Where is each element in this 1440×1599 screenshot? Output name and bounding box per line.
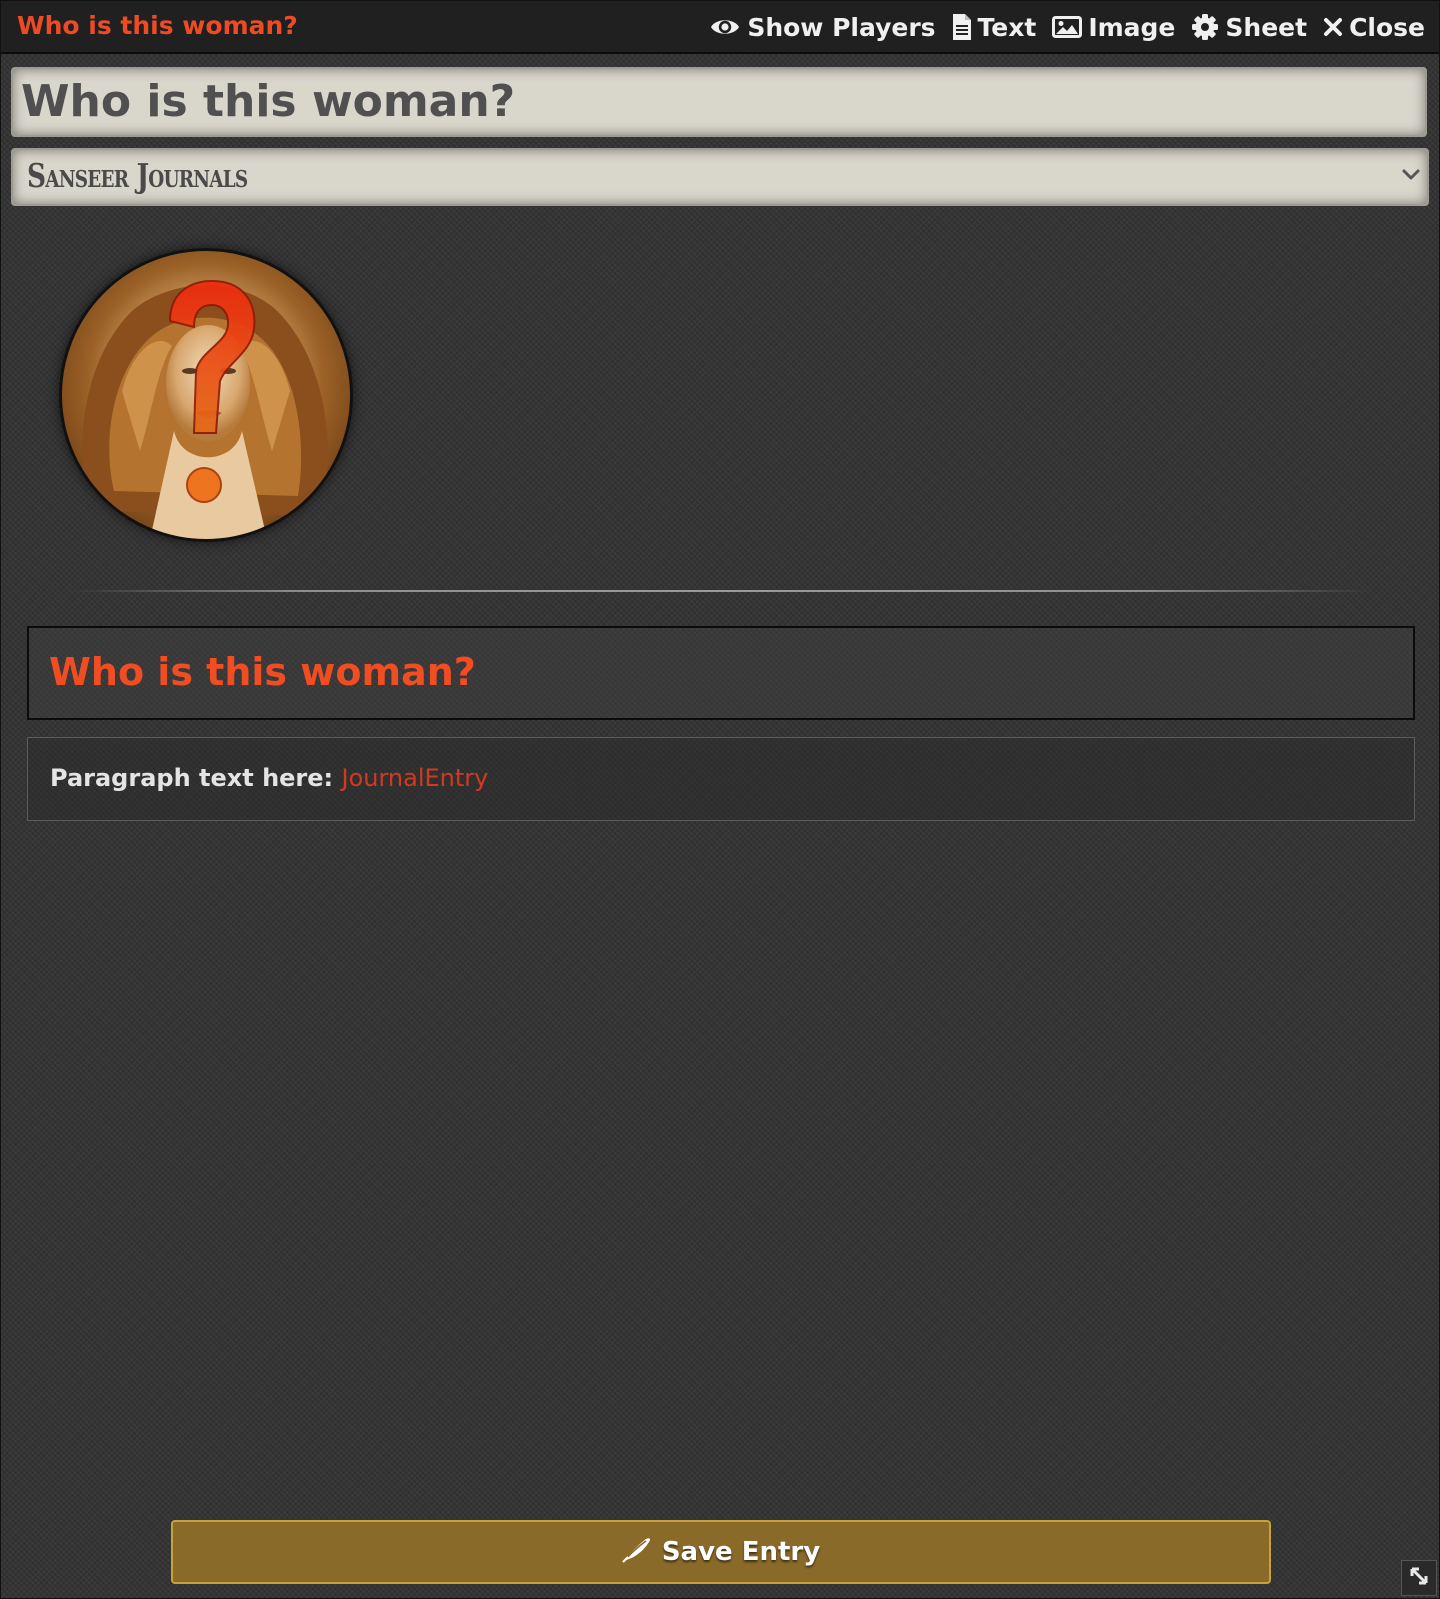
header-controls: Show Players Text Image Sheet Close (709, 9, 1425, 45)
feather-icon (622, 1535, 652, 1570)
text-label: Text (977, 12, 1037, 42)
journal-title-input[interactable]: Who is this woman? (11, 67, 1427, 137)
chevron-down-icon (1401, 167, 1421, 186)
folder-select-value: Sanseer Journals (27, 156, 248, 195)
journal-entry-window: Who is this woman? Show Players Text Ima… (0, 0, 1440, 1599)
sheet-label: Sheet (1225, 12, 1308, 42)
image-icon (1052, 15, 1083, 39)
window-header[interactable]: Who is this woman? Show Players Text Ima… (1, 1, 1439, 54)
journal-image[interactable] (59, 248, 353, 542)
save-entry-label: Save Entry (661, 1537, 821, 1567)
content-heading: Who is this woman? (49, 650, 476, 694)
window-resize-handle[interactable] (1401, 1560, 1437, 1596)
image-button[interactable]: Image (1052, 13, 1175, 42)
show-players-button[interactable]: Show Players (709, 12, 936, 42)
content-paragraph: Paragraph text here: JournalEntry (50, 764, 488, 792)
folder-select[interactable]: Sanseer Journals (11, 148, 1429, 206)
eye-icon (709, 15, 741, 39)
resize-icon (1408, 1565, 1430, 1591)
image-label: Image (1088, 12, 1176, 42)
section-divider (71, 590, 1371, 592)
content-heading-block[interactable]: Who is this woman? (27, 626, 1415, 720)
content-paragraph-block[interactable]: Paragraph text here: JournalEntry (27, 737, 1415, 821)
sheet-button[interactable]: Sheet (1191, 13, 1307, 42)
text-button[interactable]: Text (952, 12, 1037, 42)
gear-icon (1191, 13, 1219, 41)
window-title: Who is this woman? (17, 11, 298, 40)
portrait-question-mark-image (82, 279, 328, 539)
file-text-icon (952, 13, 972, 41)
journal-entry-link[interactable]: JournalEntry (342, 764, 489, 792)
close-button[interactable]: Close (1323, 13, 1425, 42)
show-players-label: Show Players (747, 12, 936, 42)
close-icon (1323, 17, 1343, 37)
close-label: Close (1349, 12, 1425, 42)
save-entry-button[interactable]: Save Entry (171, 1520, 1271, 1584)
paragraph-prefix: Paragraph text here: (50, 764, 342, 792)
